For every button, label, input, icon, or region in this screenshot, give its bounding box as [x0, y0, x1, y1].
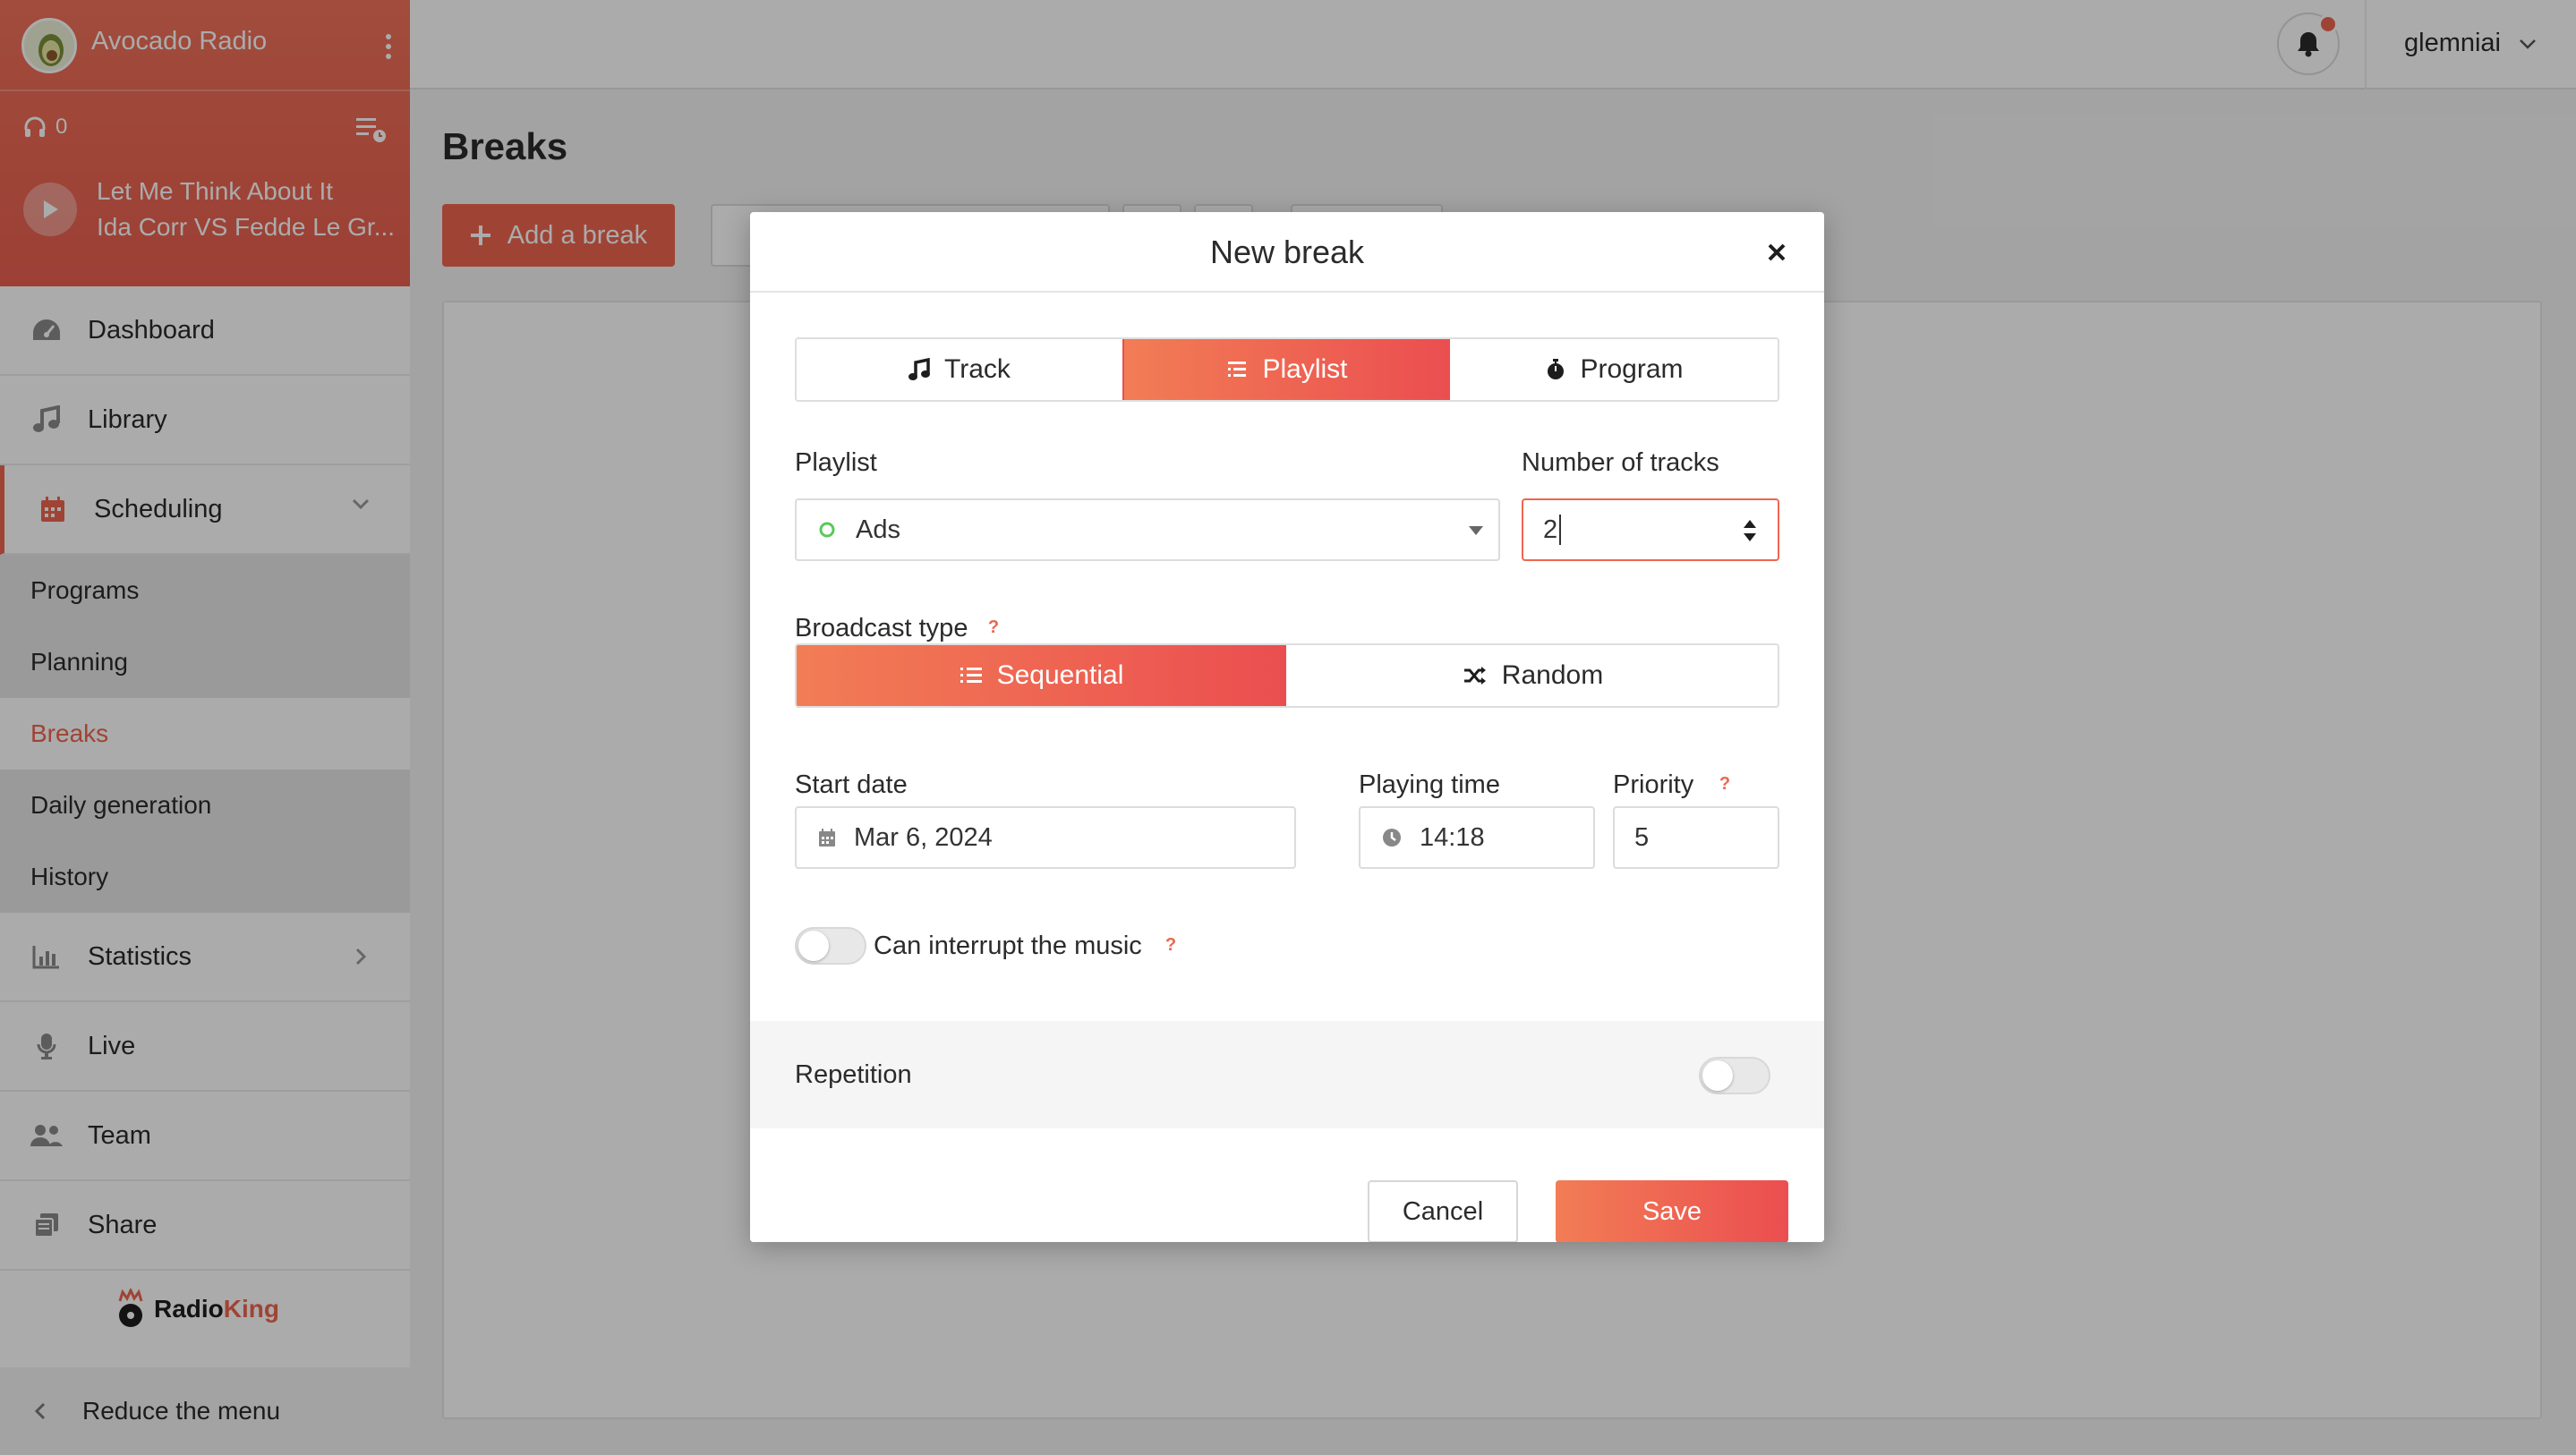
modal-footer: Cancel Save: [750, 1128, 1824, 1242]
cancel-button[interactable]: Cancel: [1368, 1180, 1518, 1242]
broadcast-random-label: Random: [1501, 660, 1604, 690]
help-icon[interactable]: ?: [1158, 932, 1183, 957]
help-icon[interactable]: ?: [981, 615, 1006, 640]
playing-time-label: Playing time: [1359, 770, 1500, 799]
priority-value: 5: [1634, 822, 1650, 852]
broadcast-random[interactable]: Random: [1286, 645, 1778, 706]
modal-header: New break: [750, 212, 1824, 293]
interrupt-music-toggle[interactable]: [795, 927, 866, 965]
toggle-knob: [1702, 1060, 1733, 1091]
stepper-icon[interactable]: [1742, 516, 1758, 545]
broadcast-sequential-label: Sequential: [996, 660, 1124, 690]
tracks-value: 2: [1543, 515, 1558, 544]
priority-label: Priority: [1613, 770, 1694, 799]
interrupt-music-label: Can interrupt the music: [874, 932, 1142, 960]
start-date-input[interactable]: Mar 6, 2024: [795, 806, 1296, 869]
list-icon: [960, 666, 983, 685]
playlist-icon: [1226, 360, 1248, 379]
broadcast-type-selector: Sequential Random: [795, 643, 1779, 708]
calendar-icon: [818, 828, 836, 847]
tracks-label: Number of tracks: [1522, 448, 1719, 477]
toggle-knob: [798, 931, 829, 961]
text-cursor: [1559, 515, 1562, 545]
playlist-value: Ads: [856, 515, 900, 544]
tracks-input[interactable]: 2: [1522, 498, 1779, 561]
start-date-value: Mar 6, 2024: [854, 822, 993, 852]
broadcast-sequential[interactable]: Sequential: [797, 645, 1286, 706]
caret-down-icon: [1468, 525, 1484, 536]
tab-track[interactable]: Track: [797, 339, 1122, 400]
new-break-modal: New break Track Playlist Program Playlis…: [750, 212, 1824, 1242]
break-type-selector: Track Playlist Program: [795, 337, 1779, 402]
stopwatch-icon: [1546, 358, 1565, 381]
repetition-section: Repetition: [750, 1021, 1824, 1128]
tab-program-label: Program: [1580, 354, 1684, 384]
close-icon: [1767, 242, 1787, 262]
playlist-label: Playlist: [795, 448, 877, 477]
tab-track-label: Track: [944, 354, 1011, 384]
help-icon[interactable]: ?: [1712, 771, 1737, 796]
shuffle-icon: [1463, 666, 1488, 685]
clock-icon: [1382, 828, 1402, 847]
playlist-select[interactable]: Ads: [795, 498, 1500, 561]
broadcast-type-label: Broadcast type: [795, 614, 968, 642]
start-date-label: Start date: [795, 770, 908, 799]
priority-input[interactable]: 5: [1613, 806, 1779, 869]
save-button[interactable]: Save: [1556, 1180, 1788, 1242]
status-circle-icon: [818, 521, 836, 539]
tab-program[interactable]: Program: [1450, 339, 1778, 400]
repetition-toggle[interactable]: [1699, 1057, 1770, 1094]
tab-playlist-label: Playlist: [1262, 354, 1348, 384]
tab-playlist[interactable]: Playlist: [1122, 339, 1450, 400]
close-button[interactable]: [1761, 237, 1792, 268]
modal-title: New break: [1209, 234, 1365, 270]
repetition-label: Repetition: [795, 1060, 912, 1089]
playing-time-input[interactable]: 14:18: [1359, 806, 1595, 869]
playing-time-value: 14:18: [1420, 822, 1485, 852]
music-note-icon: [908, 358, 931, 381]
